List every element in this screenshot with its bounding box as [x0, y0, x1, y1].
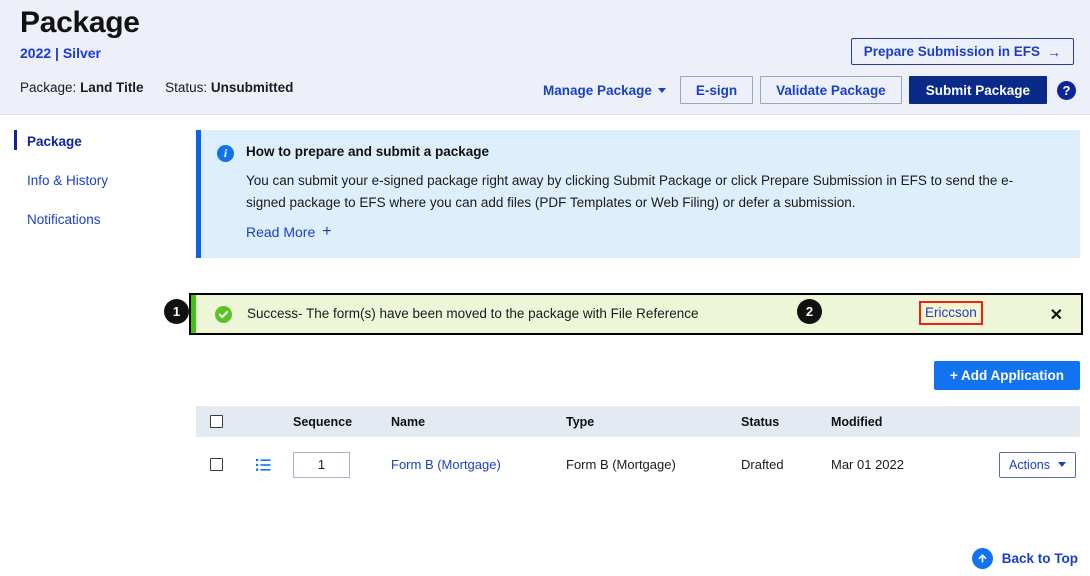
column-header-name: Name [391, 415, 566, 429]
sidebar-item-label: Package [27, 134, 82, 149]
annotation-badge-1: 1 [164, 299, 189, 324]
type-cell: Form B (Mortgage) [566, 457, 741, 472]
row-actions-button[interactable]: Actions [999, 452, 1076, 478]
sidebar-item-label: Notifications [27, 212, 101, 227]
table-row: Form B (Mortgage) Form B (Mortgage) Draf… [196, 437, 1080, 492]
package-label: Package: [20, 80, 76, 95]
page-title: Package [20, 6, 140, 40]
back-to-top-button[interactable]: Back to Top [972, 548, 1078, 569]
package-value: Land Title [80, 80, 144, 95]
help-icon[interactable]: ? [1057, 81, 1076, 100]
modified-cell: Mar 01 2022 [831, 457, 981, 472]
column-header-status: Status [741, 415, 831, 429]
chevron-down-icon [1058, 462, 1066, 467]
sequence-cell [291, 452, 391, 478]
package-meta: Package: Land Title Status: Unsubmitted [20, 80, 293, 95]
page-header: Package 2022 | Silver Package: Land Titl… [0, 0, 1090, 115]
info-panel-title: How to prepare and submit a package [246, 144, 489, 159]
info-panel: i How to prepare and submit a package Yo… [196, 130, 1080, 258]
reorder-list-icon[interactable] [256, 458, 271, 472]
page-subtitle: 2022 | Silver [20, 45, 101, 61]
close-icon[interactable]: ✕ [1050, 305, 1063, 325]
annotation-badge-2: 2 [797, 299, 822, 324]
arrow-right-icon: → [1047, 44, 1061, 60]
chevron-down-icon [658, 88, 666, 93]
add-application-button[interactable]: + Add Application [934, 361, 1080, 390]
name-cell: Form B (Mortgage) [391, 457, 566, 472]
validate-package-button[interactable]: Validate Package [760, 76, 902, 104]
info-panel-body: You can submit your e-signed package rig… [246, 170, 1036, 214]
back-to-top-label: Back to Top [1002, 551, 1078, 566]
row-select-cell [196, 458, 236, 471]
row-reorder-cell [236, 458, 291, 472]
table-header-row: Sequence Name Type Status Modified [196, 406, 1080, 437]
manage-package-dropdown[interactable]: Manage Package [543, 83, 666, 98]
info-icon: i [217, 145, 234, 162]
status-cell: Drafted [741, 457, 831, 472]
arrow-up-icon [972, 548, 993, 569]
file-reference-link[interactable]: Ericcson [919, 301, 983, 325]
submit-package-button[interactable]: Submit Package [909, 76, 1047, 104]
sidebar-item-package[interactable]: Package [0, 130, 178, 153]
sidebar-item-label: Info & History [27, 173, 108, 188]
row-actions-label: Actions [1009, 458, 1050, 472]
plus-icon: + [322, 223, 331, 241]
success-banner: Success- The form(s) have been moved to … [189, 293, 1083, 335]
row-actions-cell: Actions [981, 452, 1080, 478]
application-name-link[interactable]: Form B (Mortgage) [391, 457, 501, 472]
column-header-sequence: Sequence [291, 415, 391, 429]
row-checkbox[interactable] [210, 458, 223, 471]
success-message: Success- The form(s) have been moved to … [247, 306, 698, 321]
esign-button[interactable]: E-sign [680, 76, 753, 104]
package-action-bar: Manage Package E-sign Validate Package S… [543, 76, 1076, 104]
read-more-label: Read More [246, 224, 315, 240]
select-all-checkbox[interactable] [210, 415, 223, 428]
column-header-type: Type [566, 415, 741, 429]
status-value: Unsubmitted [211, 80, 294, 95]
column-header-modified: Modified [831, 415, 981, 429]
sequence-input[interactable] [293, 452, 350, 478]
status-label: Status: [165, 80, 207, 95]
sidebar-item-notifications[interactable]: Notifications [0, 208, 178, 231]
prepare-submission-button[interactable]: Prepare Submission in EFS → [851, 38, 1074, 65]
prepare-submission-label: Prepare Submission in EFS [864, 44, 1040, 59]
check-circle-icon [215, 306, 232, 323]
manage-package-label: Manage Package [543, 83, 652, 98]
sidebar-nav: Package Info & History Notifications [0, 130, 178, 247]
applications-table: Sequence Name Type Status Modified [196, 406, 1080, 492]
success-accent-bar [191, 295, 196, 333]
select-all-cell [196, 415, 236, 428]
read-more-toggle[interactable]: Read More + [246, 223, 332, 241]
sidebar-item-info-history[interactable]: Info & History [0, 169, 178, 192]
